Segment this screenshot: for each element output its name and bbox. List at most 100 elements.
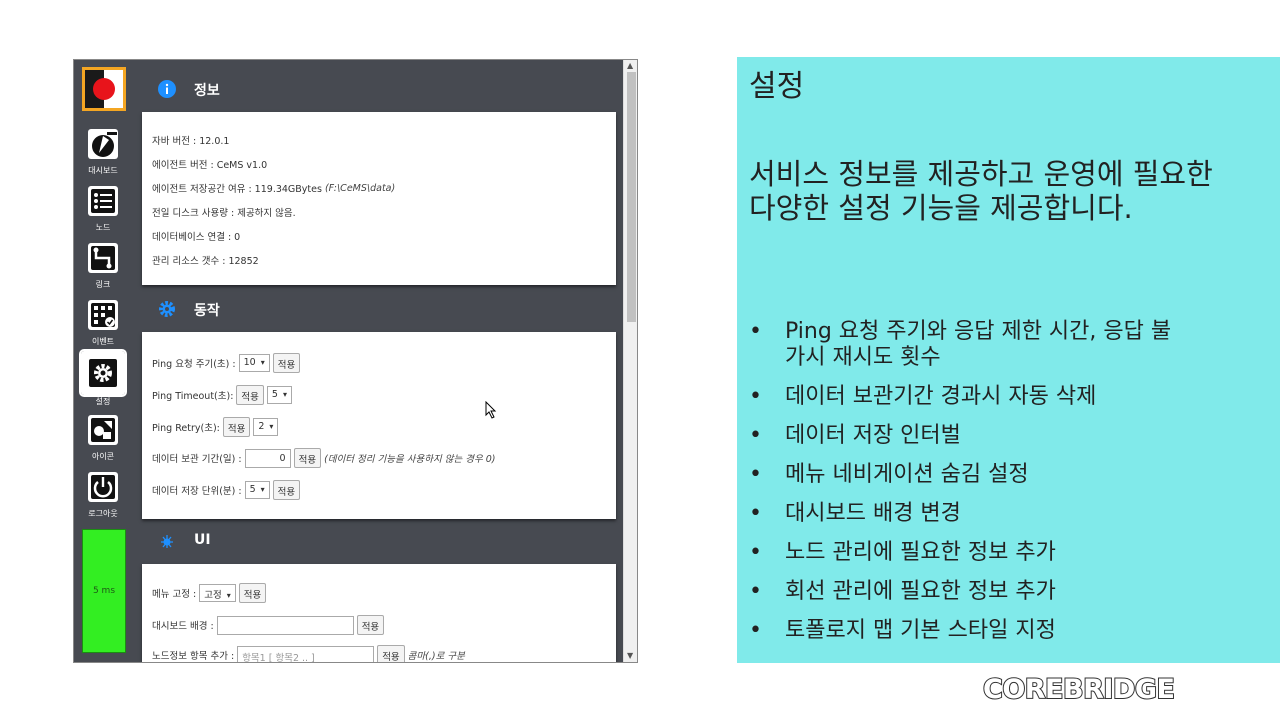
- brand-logo: COREBRIDGE: [982, 673, 1176, 706]
- info-row: 관리 리소스 갯수 : 12852: [152, 256, 259, 267]
- menu-fix-row: 메뉴 고정 : 고정 적용: [152, 583, 267, 603]
- ping-period-row: Ping 요청 주기(초) : 10 적용: [152, 353, 301, 373]
- retention-apply-button[interactable]: 적용: [293, 448, 322, 468]
- info-card: 자바 버전 : 12.0.1 에이전트 버전 : CeMS v1.0 에이전트 …: [142, 112, 616, 285]
- interval-apply-button[interactable]: 적용: [272, 480, 301, 500]
- list-item: 대시보드 배경 변경: [749, 501, 1269, 527]
- sidebar-item-label: 설정: [95, 397, 111, 406]
- sidebar-item-dashboard[interactable]: 대시보드: [74, 124, 132, 176]
- link-icon: [83, 238, 123, 278]
- ui-icon: [161, 535, 173, 548]
- ping-period-apply-button[interactable]: 적용: [272, 353, 301, 373]
- list-item: 토폴로지 맵 기본 스타일 지정: [749, 618, 1269, 644]
- sidebar: 대시보드 노드 링크 이벤트 설정 아이콘 로그아웃 5 ms: [74, 60, 132, 662]
- info-row: 전일 디스크 사용량 : 제공하지 않음.: [152, 208, 296, 219]
- info-row: 자바 버전 : 12.0.1: [152, 136, 230, 147]
- ping-period-label: Ping 요청 주기(초) :: [152, 359, 236, 370]
- dashboard-bg-label: 대시보드 배경 :: [152, 621, 214, 632]
- list-item: 회선 관리에 필요한 정보 추가: [749, 579, 1269, 605]
- sidebar-item-label: 아이콘: [91, 452, 115, 461]
- list-item: 노드 관리에 필요한 정보 추가: [749, 540, 1269, 566]
- dashboard-icon: [83, 124, 123, 164]
- vertical-scrollbar[interactable]: ▲ ▼: [623, 60, 637, 662]
- gear-icon: [159, 301, 175, 317]
- node-info-row: 노드정보 항목 추가 : 항목1 [ 항목2 .. ] 적용 콤마(,)로 구분: [152, 645, 465, 662]
- ping-retry-apply-button[interactable]: 적용: [222, 417, 251, 437]
- sidebar-item-logout[interactable]: 로그아웃: [74, 467, 132, 519]
- ping-value: 5 ms: [92, 586, 116, 596]
- feature-list: Ping 요청 주기와 응답 제한 시간, 응답 불가시 재시도 횟수 데이터 …: [749, 319, 1269, 657]
- panel-title: 설정: [749, 69, 805, 104]
- menu-fix-label: 메뉴 고정 :: [152, 589, 197, 600]
- sidebar-item-label: 로그아웃: [88, 509, 118, 518]
- logo-mark: [85, 70, 123, 108]
- node-info-note: 콤마(,)로 구분: [407, 651, 465, 662]
- action-section-header: 동작: [132, 280, 623, 330]
- dashboard-bg-input[interactable]: [216, 615, 354, 635]
- sidebar-item-settings[interactable]: 설정: [74, 349, 132, 407]
- info-row: 에이전트 저장공간 여유 : 119.34GBytes (F:\CeMS\data…: [152, 179, 395, 197]
- description-panel: 설정 서비스 정보를 제공하고 운영에 필요한 다양한 설정 기능을 제공합니다…: [737, 57, 1280, 663]
- dashboard-bg-row: 대시보드 배경 : 적용: [152, 615, 385, 635]
- panel-description: 서비스 정보를 제공하고 운영에 필요한 다양한 설정 기능을 제공합니다.: [749, 157, 1213, 225]
- gear-icon: [79, 349, 127, 397]
- sidebar-item-event[interactable]: 이벤트: [74, 295, 132, 347]
- interval-row: 데이터 저장 단위(분) : 5 적용: [152, 480, 301, 500]
- menu-fix-apply-button[interactable]: 적용: [238, 583, 267, 603]
- info-row: 에이전트 버전 : CeMS v1.0: [152, 160, 268, 171]
- ping-status-box: 5 ms: [82, 529, 126, 653]
- list-item: 데이터 보관기간 경과시 자동 삭제: [749, 384, 1269, 410]
- info-storage-path: (F:\CeMS\data): [324, 182, 396, 194]
- list-icon: [83, 181, 123, 221]
- list-item: 데이터 저장 인터벌: [749, 423, 1269, 449]
- ping-retry-select[interactable]: 2: [253, 418, 279, 436]
- info-row: 데이터베이스 연결 : 0: [152, 232, 241, 243]
- action-card: Ping 요청 주기(초) : 10 적용 Ping Timeout(초): 적…: [142, 332, 616, 519]
- dashboard-bg-apply-button[interactable]: 적용: [356, 615, 385, 635]
- ui-section-title: UI: [194, 532, 211, 548]
- list-item: 메뉴 네비게이션 숨김 설정: [749, 462, 1269, 488]
- scrollbar-thumb[interactable]: [627, 72, 636, 322]
- sidebar-item-label: 노드: [95, 223, 111, 232]
- sidebar-item-icon[interactable]: 아이콘: [74, 410, 132, 462]
- ui-section-header: UI: [132, 512, 623, 562]
- sidebar-item-link[interactable]: 링크: [74, 238, 132, 290]
- retention-row: 데이터 보관 기간(일) : 0 적용 (데이터 정리 기능을 사용하지 않는 …: [152, 448, 496, 468]
- app-screenshot: 대시보드 노드 링크 이벤트 설정 아이콘 로그아웃 5 ms 정보 자바 버전…: [73, 59, 638, 663]
- scroll-up-icon[interactable]: ▲: [627, 61, 633, 70]
- ping-timeout-label: Ping Timeout(초):: [152, 391, 234, 402]
- retention-label: 데이터 보관 기간(일) :: [152, 454, 242, 465]
- interval-select[interactable]: 5: [244, 481, 270, 499]
- node-info-apply-button[interactable]: 적용: [377, 645, 405, 662]
- sidebar-item-label: 링크: [95, 280, 111, 289]
- slide: 대시보드 노드 링크 이벤트 설정 아이콘 로그아웃 5 ms 정보 자바 버전…: [0, 0, 1280, 720]
- ping-timeout-select[interactable]: 5: [266, 386, 292, 404]
- menu-fix-select[interactable]: 고정: [199, 584, 236, 602]
- event-grid-icon: [83, 295, 123, 335]
- ping-period-select[interactable]: 10: [238, 354, 270, 372]
- scroll-down-icon[interactable]: ▼: [627, 651, 633, 660]
- info-section-title: 정보: [194, 83, 220, 99]
- ping-timeout-row: Ping Timeout(초): 적용 5: [152, 385, 292, 405]
- interval-label: 데이터 저장 단위(분) :: [152, 486, 242, 497]
- action-section-title: 동작: [194, 303, 220, 319]
- node-info-label: 노드정보 항목 추가 :: [152, 651, 235, 662]
- ping-retry-label: Ping Retry(초):: [152, 423, 220, 434]
- ping-retry-row: Ping Retry(초): 적용 2: [152, 417, 279, 437]
- list-item: Ping 요청 주기와 응답 제한 시간, 응답 불가시 재시도 횟수: [749, 319, 1269, 371]
- shapes-icon: [83, 410, 123, 450]
- retention-input[interactable]: 0: [244, 448, 291, 468]
- settings-content: 정보 자바 버전 : 12.0.1 에이전트 버전 : CeMS v1.0 에이…: [132, 60, 623, 662]
- mouse-cursor-icon: [485, 401, 497, 419]
- info-section-header: 정보: [132, 60, 623, 110]
- sidebar-item-label: 이벤트: [91, 337, 115, 346]
- sidebar-item-label: 대시보드: [88, 166, 118, 175]
- retention-note: (데이터 정리 기능을 사용하지 않는 경우 0): [324, 454, 496, 465]
- node-info-input[interactable]: 항목1 [ 항목2 .. ]: [237, 645, 375, 662]
- ping-timeout-apply-button[interactable]: 적용: [236, 385, 264, 405]
- info-storage: 에이전트 저장공간 여유 : 119.34GBytes: [152, 184, 322, 195]
- logo[interactable]: [82, 67, 126, 111]
- power-icon: [83, 467, 123, 507]
- sidebar-item-node[interactable]: 노드: [74, 181, 132, 233]
- ui-card: 메뉴 고정 : 고정 적용 대시보드 배경 : 적용 노드정보 항목 추가 : …: [142, 564, 616, 662]
